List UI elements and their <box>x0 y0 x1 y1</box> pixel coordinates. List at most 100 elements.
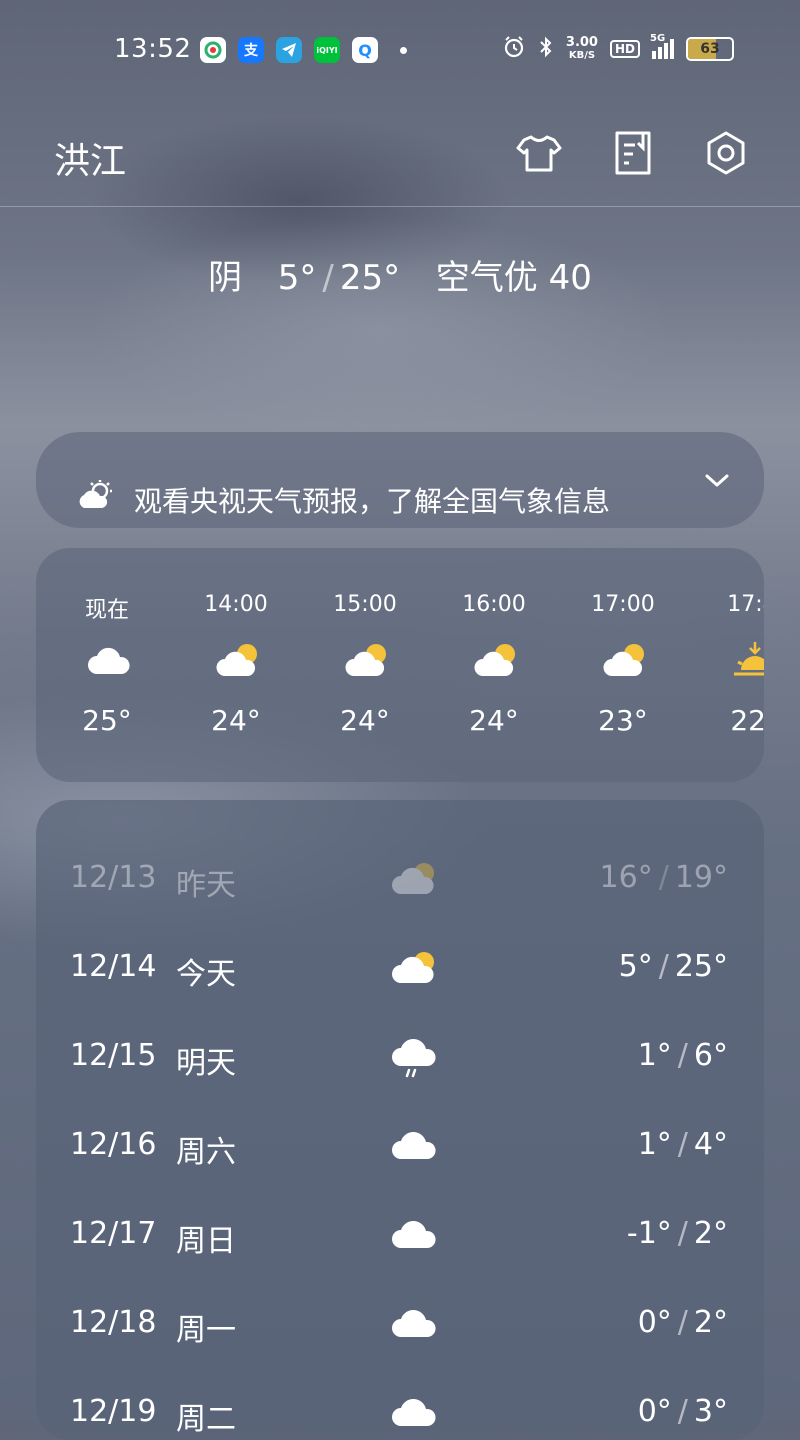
hourly-item: 16:00 24° <box>429 548 559 782</box>
day-name: 明天 <box>176 1046 236 1081</box>
day-temp-range: 0°/3° <box>637 1394 728 1429</box>
daily-row[interactable]: 12/13 昨天 16°/19° <box>36 838 764 926</box>
hour-time: 17:4 <box>727 592 764 617</box>
day-low: -1° <box>626 1216 672 1251</box>
speed-value: 3.00 <box>565 35 598 50</box>
status-time: 13:52 <box>114 34 192 64</box>
day-name: 周日 <box>176 1224 236 1259</box>
iqiyi-icon: iQIYI <box>314 37 340 63</box>
notification-icons: 支 iQIYI Q <box>200 37 407 63</box>
alipay-icon: 支 <box>238 37 264 63</box>
settings-icon[interactable] <box>701 128 751 178</box>
day-high: 2° <box>693 1216 728 1251</box>
daily-row[interactable]: 12/16 周六 1°/4° <box>36 1105 764 1193</box>
hour-time: 16:00 <box>462 592 526 617</box>
partly-cloudy-icon <box>76 480 114 514</box>
alarm-icon <box>502 35 526 63</box>
hour-temp: 24° <box>211 704 261 737</box>
temp-separator: / <box>322 258 334 298</box>
shirt-icon[interactable] <box>514 128 564 178</box>
cloudy-icon <box>391 1390 441 1440</box>
partly-cloudy-icon <box>391 945 441 995</box>
hour-temp: 23° <box>598 704 648 737</box>
daily-forecast[interactable]: 12/13 昨天 16°/19° 12/14 今天 5°/25° 12/15 明… <box>36 800 764 1440</box>
day-temp-range: 1°/6° <box>637 1038 728 1073</box>
banner-text: 观看央视天气预报，了解全国气象信息 <box>134 485 611 518</box>
china-mobile-icon <box>200 37 226 63</box>
document-icon[interactable] <box>608 128 658 178</box>
day-name: 昨天 <box>176 868 236 903</box>
day-name: 周六 <box>176 1135 236 1170</box>
cloudy-icon <box>87 640 133 680</box>
day-low: 0° <box>637 1305 672 1340</box>
network-speed: 3.00 KB/S <box>566 36 598 62</box>
cloudy-icon <box>391 1123 441 1173</box>
network-type: 5G <box>650 33 666 44</box>
hourly-forecast[interactable]: 现在 25° 14:00 24° 15:00 24° 16:00 24° 17:… <box>36 548 764 782</box>
hour-time: 17:00 <box>591 592 655 617</box>
day-temp-range: -1°/2° <box>626 1216 728 1251</box>
hour-temp: 24° <box>340 704 390 737</box>
hour-temp: 24° <box>469 704 519 737</box>
day-high: 25° <box>674 949 728 984</box>
light-rain-icon <box>391 1034 441 1084</box>
hourly-item: 17:00 23° <box>558 548 688 782</box>
cloudy-icon <box>391 1301 441 1351</box>
low-temp: 5° <box>277 258 317 298</box>
daily-row[interactable]: 12/17 周日 -1°/2° <box>36 1194 764 1282</box>
daily-row[interactable]: 12/18 周一 0°/2° <box>36 1283 764 1371</box>
day-low: 0° <box>637 1394 672 1429</box>
speed-unit: KB/S <box>568 50 596 61</box>
battery-level: 63 <box>700 41 720 57</box>
hour-time: 15:00 <box>333 592 397 617</box>
status-bar: 13:52 支 iQIYI Q 3.00 KB/S HD 5G 63 <box>0 0 800 100</box>
more-notifications-dot <box>400 46 407 54</box>
day-temp-range: 16°/19° <box>599 860 728 895</box>
day-high: 6° <box>693 1038 728 1073</box>
daily-row[interactable]: 12/19 周二 0°/3° <box>36 1372 764 1440</box>
hour-time: 现在 <box>84 598 129 623</box>
hourly-item: 14:00 24° <box>171 548 301 782</box>
bluetooth-icon <box>538 35 554 63</box>
day-date: 12/13 <box>70 860 157 895</box>
air-quality[interactable]: 空气优 40 <box>436 258 592 298</box>
chevron-down-icon[interactable] <box>704 472 730 494</box>
partly-cloudy-icon <box>391 856 441 906</box>
cctv-forecast-banner[interactable]: 观看央视天气预报，了解全国气象信息 <box>36 432 764 528</box>
day-temp-range: 0°/2° <box>637 1305 728 1340</box>
daily-row[interactable]: 12/14 今天 5°/25° <box>36 927 764 1015</box>
day-low: 5° <box>618 949 653 984</box>
day-name: 周一 <box>176 1313 236 1348</box>
day-date: 12/16 <box>70 1127 157 1162</box>
top-bar: 洪江 <box>0 100 800 207</box>
day-date: 12/15 <box>70 1038 157 1073</box>
day-date: 12/18 <box>70 1305 157 1340</box>
hourly-item: 现在 25° <box>42 548 172 782</box>
hourly-item: 15:00 24° <box>300 548 430 782</box>
daily-row[interactable]: 12/15 明天 1°/6° <box>36 1016 764 1104</box>
hourly-item: 17:4 22' <box>687 548 764 782</box>
hd-badge: HD <box>609 40 640 58</box>
cloudy-icon <box>391 1212 441 1262</box>
day-high: 19° <box>674 860 728 895</box>
day-temp-range: 1°/4° <box>637 1127 728 1162</box>
battery-indicator: 63 <box>686 37 734 61</box>
day-temp-range: 5°/25° <box>618 949 728 984</box>
city-name[interactable]: 洪江 <box>54 132 126 184</box>
status-indicators: 3.00 KB/S HD 5G 63 <box>502 33 734 63</box>
day-name: 周二 <box>176 1402 236 1437</box>
day-low: 1° <box>637 1127 672 1162</box>
day-high: 2° <box>693 1305 728 1340</box>
day-high: 4° <box>693 1127 728 1162</box>
partly-cloudy-icon <box>345 640 391 680</box>
partly-cloudy-icon <box>216 640 262 680</box>
high-temp: 25° <box>339 258 401 298</box>
signal-icon: 5G <box>650 33 674 59</box>
qq-browser-icon: Q <box>352 37 378 63</box>
partly-cloudy-icon <box>474 640 520 680</box>
day-name: 今天 <box>176 957 236 992</box>
day-low: 16° <box>599 860 653 895</box>
partly-cloudy-icon <box>603 640 649 680</box>
day-date: 12/17 <box>70 1216 157 1251</box>
day-date: 12/14 <box>70 949 157 984</box>
